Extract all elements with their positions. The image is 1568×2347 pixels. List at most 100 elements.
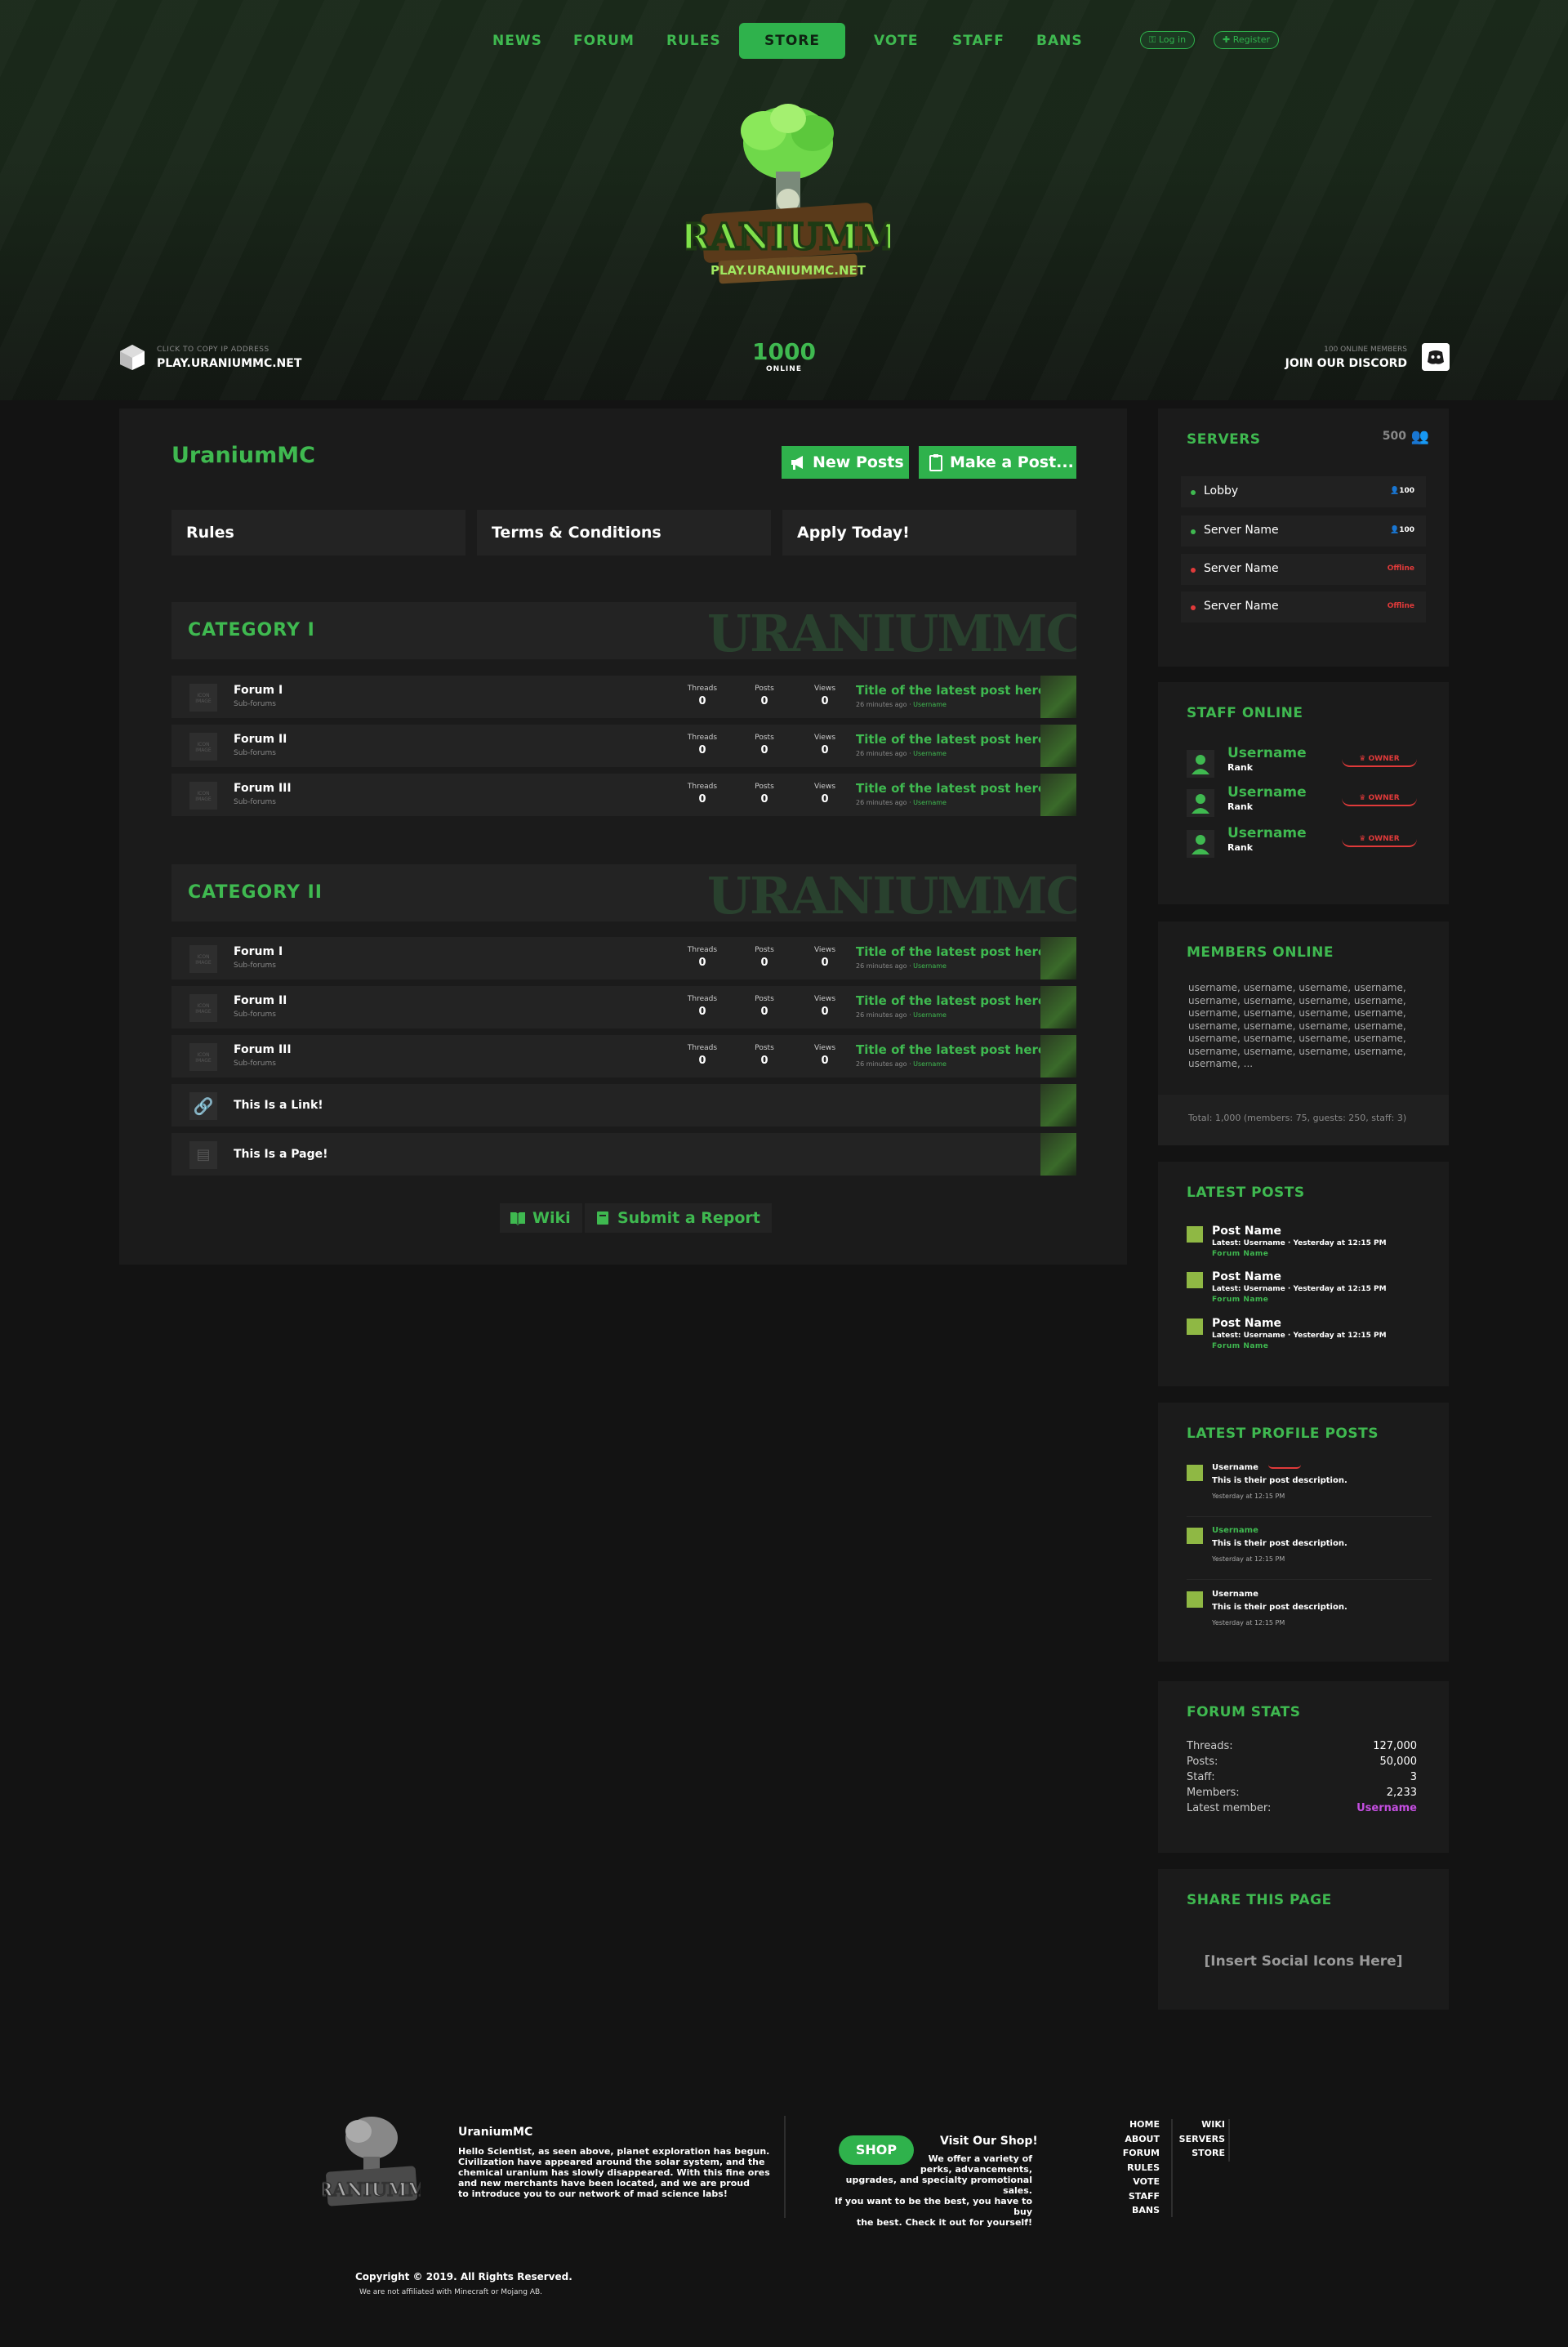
footer-logo[interactable]: URANIUMMC <box>323 2112 421 2218</box>
staff-member[interactable]: Username Rank ♛ OWNER <box>1187 825 1423 861</box>
category-header[interactable]: CATEGORY II URANIUMMC <box>172 864 1076 921</box>
staff-username[interactable]: Username <box>1227 784 1307 801</box>
profile-post-item[interactable]: Username This is their post description. Y… <box>1187 1523 1432 1580</box>
forum-name[interactable]: Forum I <box>234 945 283 958</box>
post-name[interactable]: Post Name <box>1212 1270 1281 1283</box>
user-avatar[interactable] <box>1040 725 1076 767</box>
category-header[interactable]: CATEGORY I URANIUMMC <box>172 602 1076 659</box>
post-name[interactable]: Post Name <box>1212 1225 1281 1238</box>
report-button[interactable]: Submit a Report <box>585 1203 772 1233</box>
nav-vote[interactable]: VOTE <box>874 23 919 59</box>
user-avatar[interactable] <box>1040 774 1076 816</box>
sub-forums[interactable]: Sub-forums <box>234 962 276 970</box>
forum-name[interactable]: Forum III <box>234 782 292 795</box>
latest-post-item[interactable]: Post Name Latest: Username · Yesterday at… <box>1187 1225 1432 1265</box>
members-line[interactable]: username, username, username, username, <box>1188 1046 1406 1059</box>
forum-row[interactable]: ICON IMAGE Forum III Sub-forums Threads 0… <box>172 774 1076 816</box>
apply-link[interactable]: Apply Today! <box>782 510 1076 556</box>
sub-forums[interactable]: Sub-forums <box>234 798 276 806</box>
members-line[interactable]: username, username, username, username, <box>1188 1020 1406 1033</box>
forum-name[interactable]: Forum II <box>234 994 287 1007</box>
user-avatar[interactable] <box>1040 676 1076 718</box>
server-row[interactable]: Server Name Offline <box>1181 591 1426 622</box>
make-post-button[interactable]: Make a Post... <box>919 446 1076 479</box>
latest-post-item[interactable]: Post Name Latest: Username · Yesterday at… <box>1187 1270 1432 1311</box>
forum-row[interactable]: ICON IMAGE Forum III Sub-forums Threads 0… <box>172 1035 1076 1078</box>
login-button[interactable]: ⚿ Log in <box>1140 31 1196 49</box>
link-row[interactable]: 🔗 This Is a Link! <box>172 1084 1076 1127</box>
register-button[interactable]: ✚ Register <box>1214 31 1280 49</box>
post-forum[interactable]: Forum Name <box>1212 1342 1268 1350</box>
latest-post-user[interactable]: Username <box>913 962 947 970</box>
latest-member-link[interactable]: Username <box>1356 1802 1417 1814</box>
latest-post-user[interactable]: Username <box>913 799 947 806</box>
nav-store[interactable]: STORE <box>739 23 845 59</box>
user-avatar[interactable] <box>1187 1591 1203 1608</box>
nav-news[interactable]: NEWS <box>492 23 542 59</box>
forum-name[interactable]: Forum II <box>234 733 287 746</box>
staff-member[interactable]: Username Rank ♛ OWNER <box>1187 745 1423 781</box>
footer-link-servers[interactable]: SERVERS <box>1176 2132 1225 2147</box>
link-row-label[interactable]: This Is a Link! <box>234 1084 323 1127</box>
members-line[interactable]: username, username, username, username, <box>1188 1033 1406 1046</box>
server-row[interactable]: Server Name 👤100 <box>1181 515 1426 547</box>
latest-post-user[interactable]: Username <box>913 1011 947 1019</box>
wiki-button[interactable]: Wiki <box>500 1203 582 1233</box>
user-avatar[interactable] <box>1040 986 1076 1028</box>
profile-post-item[interactable]: Username This is their post description. Y… <box>1187 1460 1432 1517</box>
footer-link-home[interactable]: HOME <box>1119 2117 1160 2132</box>
user-avatar[interactable] <box>1040 937 1076 979</box>
forum-row[interactable]: ICON IMAGE Forum II Sub-forums Threads 0 … <box>172 725 1076 767</box>
sub-forums[interactable]: Sub-forums <box>234 749 276 757</box>
profile-post-user[interactable]: Username <box>1212 1463 1258 1472</box>
user-avatar[interactable] <box>1187 1226 1203 1243</box>
latest-post-user[interactable]: Username <box>913 1060 947 1068</box>
rules-link[interactable]: Rules <box>172 510 466 556</box>
user-avatar[interactable] <box>1040 1035 1076 1078</box>
footer-link-staff[interactable]: STAFF <box>1119 2189 1160 2204</box>
uraniummc-logo[interactable]: URANIUMMC PLAY.URANIUMMC.NET <box>686 94 890 306</box>
user-avatar[interactable] <box>1187 1272 1203 1288</box>
footer-link-rules[interactable]: RULES <box>1119 2161 1160 2175</box>
post-forum[interactable]: Forum Name <box>1212 1250 1268 1258</box>
members-line[interactable]: username, username, username, username, <box>1188 995 1406 1008</box>
staff-username[interactable]: Username <box>1227 825 1307 841</box>
footer-link-wiki[interactable]: WIKI <box>1176 2117 1225 2132</box>
server-row[interactable]: Lobby 👤100 <box>1181 476 1426 507</box>
nav-rules[interactable]: RULES <box>666 23 721 59</box>
staff-username[interactable]: Username <box>1227 745 1307 761</box>
members-line[interactable]: username, ... <box>1188 1058 1406 1071</box>
nav-staff[interactable]: STAFF <box>952 23 1004 59</box>
nav-bans[interactable]: BANS <box>1036 23 1083 59</box>
post-name[interactable]: Post Name <box>1212 1317 1281 1330</box>
terms-link[interactable]: Terms & Conditions <box>477 510 771 556</box>
forum-name[interactable]: Forum I <box>234 684 283 697</box>
sub-forums[interactable]: Sub-forums <box>234 1011 276 1019</box>
footer-link-about[interactable]: ABOUT <box>1119 2132 1160 2147</box>
forum-name[interactable]: Forum III <box>234 1043 292 1056</box>
footer-link-store[interactable]: STORE <box>1176 2146 1225 2161</box>
new-posts-button[interactable]: New Posts <box>782 446 909 479</box>
post-forum[interactable]: Forum Name <box>1212 1296 1268 1304</box>
profile-post-user[interactable]: Username <box>1212 1590 1258 1599</box>
forum-row[interactable]: ICON IMAGE Forum I Sub-forums Threads 0 P… <box>172 937 1076 979</box>
latest-post-item[interactable]: Post Name Latest: Username · Yesterday at… <box>1187 1317 1432 1358</box>
page-row-label[interactable]: This Is a Page! <box>234 1133 328 1176</box>
page-row[interactable]: ▤ This Is a Page! <box>172 1133 1076 1176</box>
server-row[interactable]: Server Name Offline <box>1181 554 1426 585</box>
sub-forums[interactable]: Sub-forums <box>234 700 276 708</box>
profile-post-item[interactable]: Username This is their post description. Y… <box>1187 1586 1432 1644</box>
members-line[interactable]: username, username, username, username, <box>1188 982 1406 995</box>
latest-post-user[interactable]: Username <box>913 750 947 757</box>
forum-row[interactable]: ICON IMAGE Forum I Sub-forums Threads 0 P… <box>172 676 1076 718</box>
nav-forum[interactable]: FORUM <box>573 23 635 59</box>
user-avatar[interactable] <box>1187 1528 1203 1544</box>
user-avatar[interactable] <box>1187 1319 1203 1335</box>
forum-row[interactable]: ICON IMAGE Forum II Sub-forums Threads 0 … <box>172 986 1076 1028</box>
footer-link-vote[interactable]: VOTE <box>1119 2175 1160 2189</box>
user-avatar[interactable] <box>1187 1465 1203 1481</box>
latest-post-user[interactable]: Username <box>913 701 947 708</box>
profile-post-user[interactable]: Username <box>1212 1526 1258 1535</box>
footer-link-forum[interactable]: FORUM <box>1119 2146 1160 2161</box>
sub-forums[interactable]: Sub-forums <box>234 1060 276 1068</box>
